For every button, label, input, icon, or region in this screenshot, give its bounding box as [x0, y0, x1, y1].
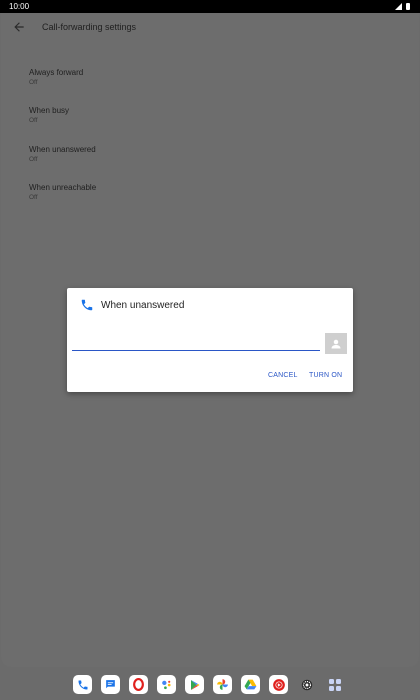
- forward-number-input[interactable]: [72, 334, 320, 351]
- dialog-title: When unanswered: [101, 300, 185, 311]
- contact-picker-button[interactable]: [325, 333, 347, 354]
- drive-icon[interactable]: [241, 675, 260, 694]
- assistant-icon[interactable]: [157, 675, 176, 694]
- contact-icon: [331, 339, 341, 348]
- setting-when-unanswered[interactable]: When unanswered Off: [29, 145, 229, 175]
- setting-when-unreachable[interactable]: When unreachable Off: [29, 183, 229, 213]
- setting-when-busy[interactable]: When busy Off: [29, 106, 229, 136]
- status-bar: 10:00: [0, 0, 420, 13]
- status-icons: [395, 3, 410, 10]
- phone-icon: [81, 299, 93, 311]
- status-time: 10:00: [9, 2, 30, 11]
- battery-icon: [406, 3, 410, 10]
- setting-title: Always forward: [29, 68, 84, 77]
- signal-icon: [395, 3, 402, 10]
- screen: 10:00 Call-forwarding settings Always fo…: [0, 0, 420, 700]
- setting-title: When unanswered: [29, 145, 96, 154]
- setting-value: Off: [29, 194, 38, 201]
- setting-title: When busy: [29, 106, 70, 115]
- app-drawer-icon[interactable]: [325, 675, 344, 694]
- setting-value: Off: [29, 156, 38, 163]
- youtube-music-icon[interactable]: [269, 675, 288, 694]
- app-bar: Call-forwarding settings: [1, 13, 419, 41]
- setting-title: When unreachable: [29, 183, 97, 192]
- setting-always-forward[interactable]: Always forward Off: [29, 68, 229, 98]
- back-arrow-icon[interactable]: [12, 20, 26, 34]
- photos-icon[interactable]: [213, 675, 232, 694]
- forwarding-dialog: When unanswered CANCEL TURN ON: [67, 288, 353, 392]
- setting-value: Off: [29, 79, 38, 86]
- setting-value: Off: [29, 117, 38, 124]
- dock: [70, 671, 352, 698]
- page-title: Call-forwarding settings: [42, 22, 137, 32]
- turn-on-button[interactable]: TURN ON: [309, 372, 342, 379]
- cancel-button[interactable]: CANCEL: [268, 372, 298, 379]
- phone-icon[interactable]: [73, 675, 92, 694]
- settings-icon[interactable]: [297, 675, 316, 694]
- opera-icon[interactable]: [129, 675, 148, 694]
- play-store-icon[interactable]: [185, 675, 204, 694]
- messages-icon[interactable]: [101, 675, 120, 694]
